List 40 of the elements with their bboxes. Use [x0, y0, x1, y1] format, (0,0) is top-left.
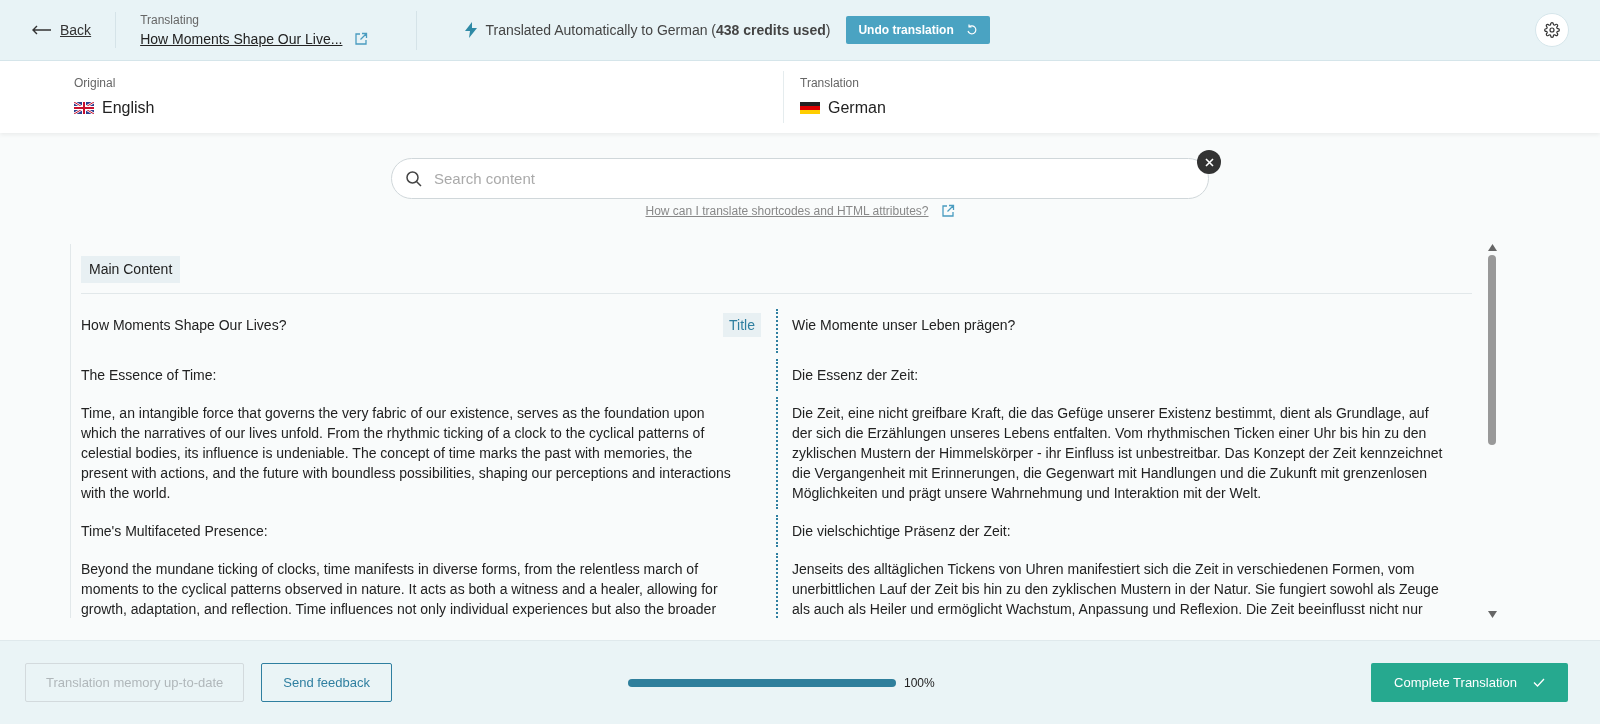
- translated-text[interactable]: Jenseits des alltäglichen Tickens von Uhren manifestiert sich die Zeit in verschiedenen Formen, vom unerbittlichen Lauf der Zeit bis hin zu den zyklischen Mustern in der Natur. Sie fungiert sowohl als Zeuge als auch als Heiler und ermöglicht Wachstum, Anpassung und Reflexion. Die Zeit beeinflusst nicht nur: [792, 559, 1452, 618]
- left-arrow-icon: [32, 25, 52, 35]
- search-field[interactable]: Search content: [391, 158, 1209, 199]
- scroll-down-icon[interactable]: [1487, 611, 1497, 618]
- search-icon: [405, 170, 423, 188]
- translation-language: German: [828, 98, 886, 118]
- progress-percent: 100%: [904, 674, 935, 692]
- flag-icon: [74, 102, 94, 114]
- original-label: Original: [74, 75, 117, 92]
- translated-text[interactable]: Die vielschichtige Präsenz der Zeit:: [792, 521, 1452, 541]
- source-text: Time, an intangible force that governs the very fabric of our existence, serves as the foundation upon which the narratives of our lives unfold. From the rhythmic ticking of a clock to the cyclical patterns of celestial bodies, its influence is undeniable. The concept of time marks the past with memories, the present with actions, and the future with boundless possibilities, shaping our perceptions and interactions with the world.: [81, 404, 732, 503]
- undo-icon: [965, 24, 978, 36]
- scroll-up-icon[interactable]: [1487, 244, 1497, 251]
- translating-label: Translating: [140, 11, 201, 29]
- back-link[interactable]: Back: [32, 12, 117, 48]
- source-text: Beyond the mundane ticking of clocks, time manifests in diverse forms, from the relentless march of moments to the cyclical patterns observed in nature. It acts as both a witness and a healer, allowing for growth, adaptation, and reflection. Time influences not only individual experiences but also the broader: [81, 560, 719, 618]
- send-feedback-button[interactable]: Send feedback: [261, 663, 392, 702]
- close-icon: [1204, 157, 1214, 167]
- source-text: Time's Multifaceted Presence:: [81, 522, 269, 541]
- translated-text[interactable]: Die Essenz der Zeit:: [792, 365, 1452, 385]
- source-text: How Moments Shape Our Lives?: [81, 316, 288, 335]
- translated-text[interactable]: Die Zeit, eine nicht greifbare Kraft, die das Gefüge unserer Existenz bestimmt, dient als Grundlage, auf der sich die Erzählungen unseres Lebens entfalten. Vom rhythmischen Ticken einer Uhr bis hin zu den zyklischen Mustern der Himmelskörper - ihr Einfluss ist unbestreitbar. Das Konzept der Zeit kennzeichnet die Vergangenheit mit Erinnerungen, die Gegenwart mit Handlungen und die Zukunft mit grenzenlosen Möglichkeiten und prägt unsere Wahrnehmung und Interaktion mit der Welt.: [792, 403, 1452, 503]
- check-icon: [1532, 678, 1545, 687]
- translated-text[interactable]: Wie Momente unser Leben prägen?: [792, 315, 1452, 335]
- external-link-icon[interactable]: [354, 32, 369, 46]
- settings-button[interactable]: [1535, 13, 1569, 47]
- source-text: The Essence of Time:: [81, 366, 218, 385]
- original-language: English: [102, 98, 155, 118]
- section-tag: Main Content: [81, 256, 181, 283]
- close-button[interactable]: [1197, 150, 1221, 174]
- segment-type-tag: Title: [723, 313, 761, 337]
- translation-status: Translated Automatically to German (438 credits used): [485, 20, 831, 40]
- scrollbar-thumb[interactable]: [1488, 255, 1496, 445]
- post-title-link[interactable]: How Moments Shape Our Live...: [140, 28, 343, 50]
- help-link[interactable]: How can I translate shortcodes and HTML attributes?: [645, 202, 929, 220]
- external-link-icon[interactable]: [940, 204, 955, 218]
- translation-label: Translation: [800, 75, 860, 92]
- lightning-icon: [465, 22, 478, 38]
- settings-icon: [1544, 22, 1560, 38]
- flag-icon: [800, 102, 820, 114]
